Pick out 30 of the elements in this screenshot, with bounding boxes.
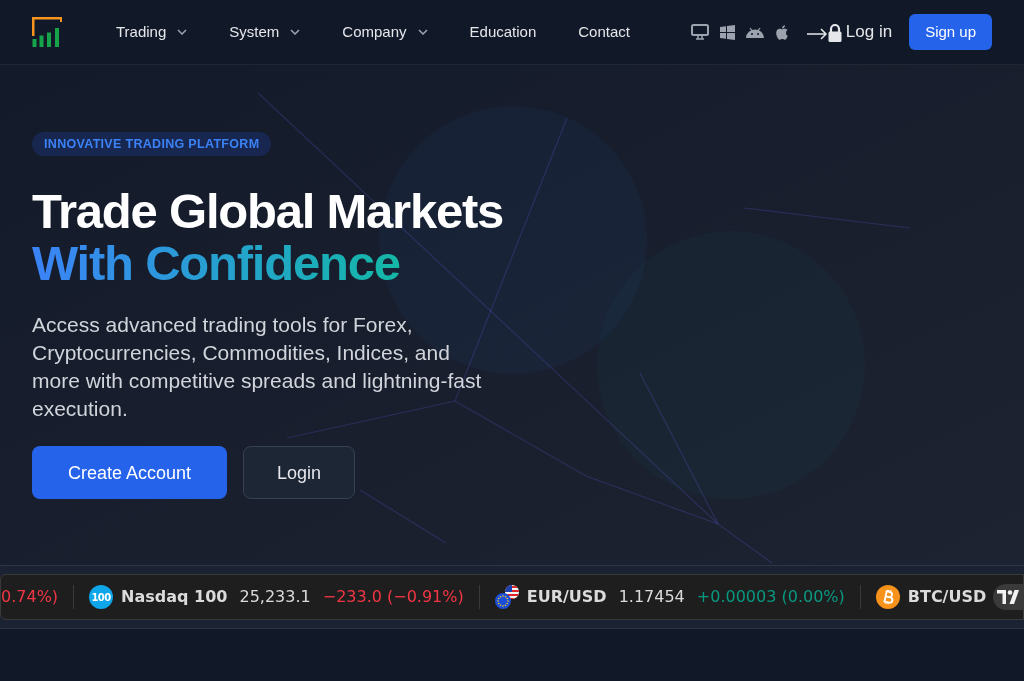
create-account-button[interactable]: Create Account	[32, 446, 228, 500]
login-button[interactable]: Login	[243, 446, 356, 500]
index-logo: 100	[89, 585, 114, 609]
ticker-symbol[interactable]: EUR/USD	[526, 585, 607, 609]
apple-icon[interactable]	[774, 24, 788, 40]
ticker-change: +0.00003 (0.00%)	[696, 586, 845, 608]
ticker-price: 25,233.1	[239, 586, 311, 608]
flags-icon	[494, 585, 519, 609]
ticker-change: −233.0 (−0.91%)	[322, 586, 464, 608]
nav-link[interactable]: Company	[342, 20, 428, 44]
window-panes-icon[interactable]	[719, 24, 735, 40]
hero-tagline: INNOVATIVE TRADING PLATFORM	[32, 132, 272, 157]
arrow-lock-icon	[806, 22, 843, 42]
robot-icon[interactable]	[745, 26, 764, 38]
ticker-price: 1.17454	[618, 586, 685, 608]
nav-link[interactable]: System	[229, 20, 301, 44]
monitor-icon[interactable]	[690, 24, 709, 40]
logo-icon[interactable]	[32, 16, 63, 48]
logo-icon[interactable]	[993, 584, 1023, 610]
nav-link[interactable]: Education	[469, 20, 537, 44]
nav-link[interactable]: Trading	[116, 20, 188, 44]
hero-description: Access advanced trading tools for Forex, Cryptocurrencies, Commodities, Indices, and more with competitive spreads and lightning-fast execution.	[32, 312, 483, 423]
nav-link[interactable]: Contact	[578, 20, 630, 44]
login-link[interactable]: Log in	[806, 19, 893, 45]
signup-button[interactable]: Sign up	[909, 14, 992, 50]
ticker-symbol[interactable]: Nasdaq 100	[121, 585, 228, 609]
ticker-change: 0.74%)	[1, 586, 59, 608]
coin-icon	[875, 585, 900, 609]
ticker-symbol[interactable]: BTC/USD	[907, 585, 987, 609]
hero-title: Trade Global Markets	[32, 185, 504, 238]
